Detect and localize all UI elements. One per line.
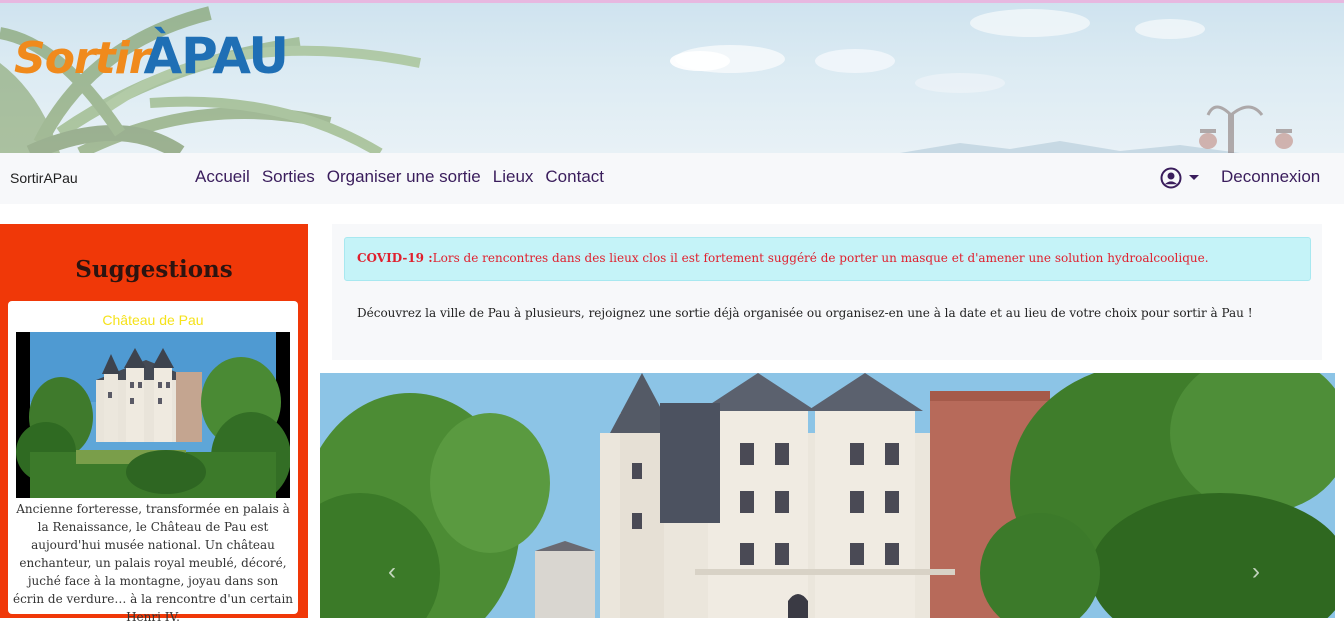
user-circle-icon bbox=[1160, 167, 1182, 189]
suggestion-card-description: Ancienne forteresse, transformée en pala… bbox=[12, 502, 294, 624]
chevron-right-icon[interactable]: › bbox=[1252, 558, 1260, 586]
logo-text-sortir: Sortir bbox=[14, 33, 150, 84]
sidebar-title: Suggestions bbox=[75, 256, 233, 283]
nav-link-lieux[interactable]: Lieux bbox=[493, 167, 534, 187]
carousel-slide-image bbox=[320, 373, 1335, 618]
main-navbar: SortirAPau Accueil Sorties Organiser une… bbox=[0, 153, 1344, 204]
alert-message: Lors de rencontres dans des lieux clos i… bbox=[432, 251, 1209, 265]
user-menu-dropdown[interactable] bbox=[1160, 167, 1200, 189]
header-banner: Sortir ÀPAU bbox=[0, 3, 1344, 153]
covid-alert: COVID-19 :Lors de rencontres dans des li… bbox=[344, 237, 1311, 281]
logo-text-apau: ÀPAU bbox=[143, 27, 289, 85]
intro-text: Découvrez la ville de Pau à plusieurs, r… bbox=[357, 306, 1253, 320]
image-carousel[interactable] bbox=[320, 373, 1335, 618]
nav-links: Accueil Sorties Organiser une sortie Lie… bbox=[195, 167, 604, 187]
nav-link-contact[interactable]: Contact bbox=[545, 167, 604, 187]
suggestion-card-image bbox=[16, 332, 290, 498]
nav-link-sorties[interactable]: Sorties bbox=[262, 167, 315, 187]
nav-link-organiser[interactable]: Organiser une sortie bbox=[327, 167, 481, 187]
logout-link[interactable]: Deconnexion bbox=[1221, 167, 1320, 187]
chevron-left-icon[interactable]: ‹ bbox=[388, 558, 396, 586]
alert-label: COVID-19 : bbox=[357, 251, 433, 265]
caret-down-icon bbox=[1189, 175, 1199, 180]
site-logo[interactable]: Sortir ÀPAU bbox=[14, 17, 289, 85]
navbar-brand[interactable]: SortirAPau bbox=[10, 170, 78, 186]
suggestion-card-title[interactable]: Château de Pau bbox=[8, 312, 298, 328]
nav-link-accueil[interactable]: Accueil bbox=[195, 167, 250, 187]
